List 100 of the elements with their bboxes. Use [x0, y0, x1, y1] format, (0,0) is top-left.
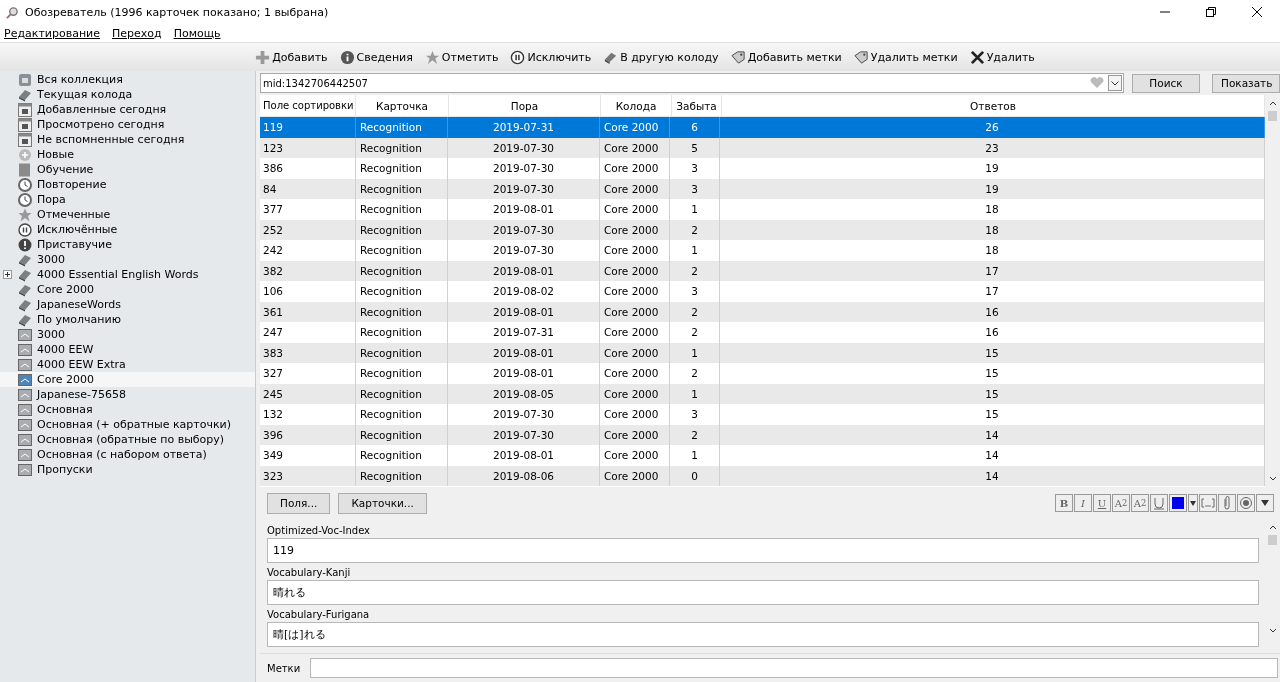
- table-cell: 132: [260, 404, 356, 425]
- text-color-icon[interactable]: [1169, 494, 1187, 512]
- sidebar-item[interactable]: 4000 EEW Extra: [0, 357, 255, 372]
- sidebar-item[interactable]: JapaneseWords: [0, 297, 255, 312]
- sidebar-item[interactable]: Пропуски: [0, 462, 255, 477]
- field-input[interactable]: 晴[は]れる: [267, 622, 1259, 647]
- sidebar-item[interactable]: Вся коллекция: [0, 72, 255, 87]
- dropdown-icon[interactable]: [1256, 494, 1274, 512]
- table-row[interactable]: 252 Recognition 2019-07-30 Core 2000 2 18: [260, 219, 1265, 240]
- sidebar-item[interactable]: Обучение: [0, 162, 255, 177]
- table-cell: 1: [670, 199, 720, 220]
- table-cell: Core 2000: [600, 465, 670, 486]
- table-cell: Core 2000: [600, 158, 670, 179]
- scrollbar-thumb[interactable]: [1268, 535, 1277, 545]
- editor-button[interactable]: Поля...: [267, 492, 331, 514]
- restore-icon[interactable]: [1206, 7, 1216, 17]
- column-header[interactable]: Поле сортировки: [260, 95, 356, 116]
- column-header[interactable]: Карточка: [356, 95, 449, 116]
- dropdown-icon[interactable]: [1108, 75, 1122, 91]
- expand-icon[interactable]: [3, 270, 12, 279]
- format-button[interactable]: B: [1055, 494, 1073, 512]
- sidebar-item[interactable]: 3000: [0, 252, 255, 267]
- table-row[interactable]: 361 Recognition 2019-08-01 Core 2000 2 16: [260, 301, 1265, 322]
- table-cell: 361: [260, 301, 356, 322]
- dropdown-icon[interactable]: [1188, 494, 1198, 512]
- calendar-icon: [18, 102, 32, 117]
- table-cell: 396: [260, 424, 356, 445]
- toolbar-button[interactable]: Сведения: [336, 47, 416, 67]
- format-button[interactable]: U: [1093, 494, 1111, 512]
- table-row[interactable]: 119 Recognition 2019-07-31 Core 2000 6 26: [260, 117, 1265, 138]
- menu-item[interactable]: Помощь: [173, 26, 221, 40]
- table-row[interactable]: 245 Recognition 2019-08-05 Core 2000 1 15: [260, 383, 1265, 404]
- pause-icon: [510, 49, 526, 65]
- search-button[interactable]: Поиск: [1132, 73, 1200, 93]
- table-cell: 2019-08-05: [448, 383, 600, 404]
- sidebar-item[interactable]: Пора: [0, 192, 255, 207]
- table-cell: Recognition: [356, 158, 448, 179]
- table-cell: Core 2000: [600, 240, 670, 261]
- sidebar-item[interactable]: Основная (+ обратные карточки): [0, 417, 255, 432]
- toolbar-button[interactable]: Добавить метки: [727, 47, 845, 67]
- sidebar-item[interactable]: Отмеченные: [0, 207, 255, 222]
- toolbar-button[interactable]: Удалить метки: [850, 47, 961, 67]
- table-row[interactable]: 323 Recognition 2019-08-06 Core 2000 0 14: [260, 465, 1265, 486]
- sidebar-item[interactable]: Текущая колода: [0, 87, 255, 102]
- plus-icon: [255, 49, 271, 65]
- sidebar-item[interactable]: Japanese-75658: [0, 387, 255, 402]
- sidebar-item[interactable]: 4000 EEW: [0, 342, 255, 357]
- close-icon[interactable]: [1252, 7, 1262, 17]
- sidebar-item[interactable]: Не вспомненные сегодня: [0, 132, 255, 147]
- field-label: Vocabulary-Furigana: [267, 608, 371, 622]
- toolbar-button[interactable]: Отметить: [421, 47, 502, 67]
- calendar-icon: [18, 132, 32, 147]
- scrollbar-thumb[interactable]: [1268, 111, 1277, 121]
- table-cell: 2019-07-30: [448, 404, 600, 425]
- table-cell: Core 2000: [600, 260, 670, 281]
- table-cell: 123: [260, 137, 356, 158]
- table-row[interactable]: 123 Recognition 2019-07-30 Core 2000 5 23: [260, 137, 1265, 158]
- window-title: Обозреватель (1996 карточек показано; 1 выбрана): [25, 5, 329, 19]
- sidebar-item[interactable]: Основная: [0, 402, 255, 417]
- column-header[interactable]: Пора: [449, 95, 601, 116]
- sidebar-item[interactable]: Добавленные сегодня: [0, 102, 255, 117]
- field-input[interactable]: 晴れる: [267, 580, 1259, 605]
- sidebar-item[interactable]: 4000 Essential English Words: [0, 267, 255, 282]
- editor-button[interactable]: Карточки...: [338, 492, 427, 514]
- tags-field[interactable]: [310, 658, 1278, 678]
- table-cell: 2019-08-01: [448, 260, 600, 281]
- record-icon[interactable]: [1237, 494, 1255, 512]
- field-input[interactable]: 119: [267, 538, 1259, 563]
- table-row[interactable]: 382 Recognition 2019-08-01 Core 2000 2 17: [260, 260, 1265, 281]
- toolbar-button[interactable]: Удалить: [966, 47, 1038, 67]
- sidebar-item[interactable]: Основная (с набором ответа): [0, 447, 255, 462]
- plus-circle-icon: [18, 147, 32, 162]
- sidebar-item[interactable]: 3000: [0, 327, 255, 342]
- calendar-icon: [18, 117, 32, 132]
- sidebar-item[interactable]: Основная (обратные по выбору): [0, 432, 255, 447]
- sidebar-item[interactable]: Новые: [0, 147, 255, 162]
- menu-item[interactable]: Переход: [112, 26, 162, 40]
- table-cell: 242: [260, 240, 356, 261]
- column-header[interactable]: Колода: [601, 95, 672, 116]
- toolbar-button[interactable]: Исключить: [507, 47, 595, 67]
- sidebar-item[interactable]: Исключённые: [0, 222, 255, 237]
- sidebar-item[interactable]: Core 2000: [0, 282, 255, 297]
- toolbar-button[interactable]: В другую колоду: [600, 47, 722, 67]
- sidebar-item[interactable]: Приставучие: [0, 237, 255, 252]
- sidebar-item[interactable]: Повторение: [0, 177, 255, 192]
- format-button[interactable]: I: [1074, 494, 1092, 512]
- tag-icon: [730, 49, 746, 65]
- sidebar-item[interactable]: Core 2000: [0, 372, 255, 387]
- menu-item[interactable]: Редактирование: [4, 26, 100, 40]
- paperclip-icon[interactable]: [1218, 494, 1236, 512]
- search-field[interactable]: mid:1342706442507: [260, 73, 1124, 93]
- toolbar-button[interactable]: Добавить: [252, 47, 331, 67]
- sidebar-item[interactable]: По умолчанию: [0, 312, 255, 327]
- table-row[interactable]: 396 Recognition 2019-07-30 Core 2000 2 14: [260, 424, 1265, 445]
- pause-icon: [18, 222, 32, 237]
- column-header[interactable]: Забыта: [672, 95, 722, 116]
- table-row[interactable]: 84 Recognition 2019-07-30 Core 2000 3 19: [260, 178, 1265, 199]
- search-button[interactable]: Показать: [1212, 73, 1280, 93]
- sidebar-item[interactable]: Просмотрено сегодня: [0, 117, 255, 132]
- table-row[interactable]: 383 Recognition 2019-08-01 Core 2000 1 15: [260, 342, 1265, 363]
